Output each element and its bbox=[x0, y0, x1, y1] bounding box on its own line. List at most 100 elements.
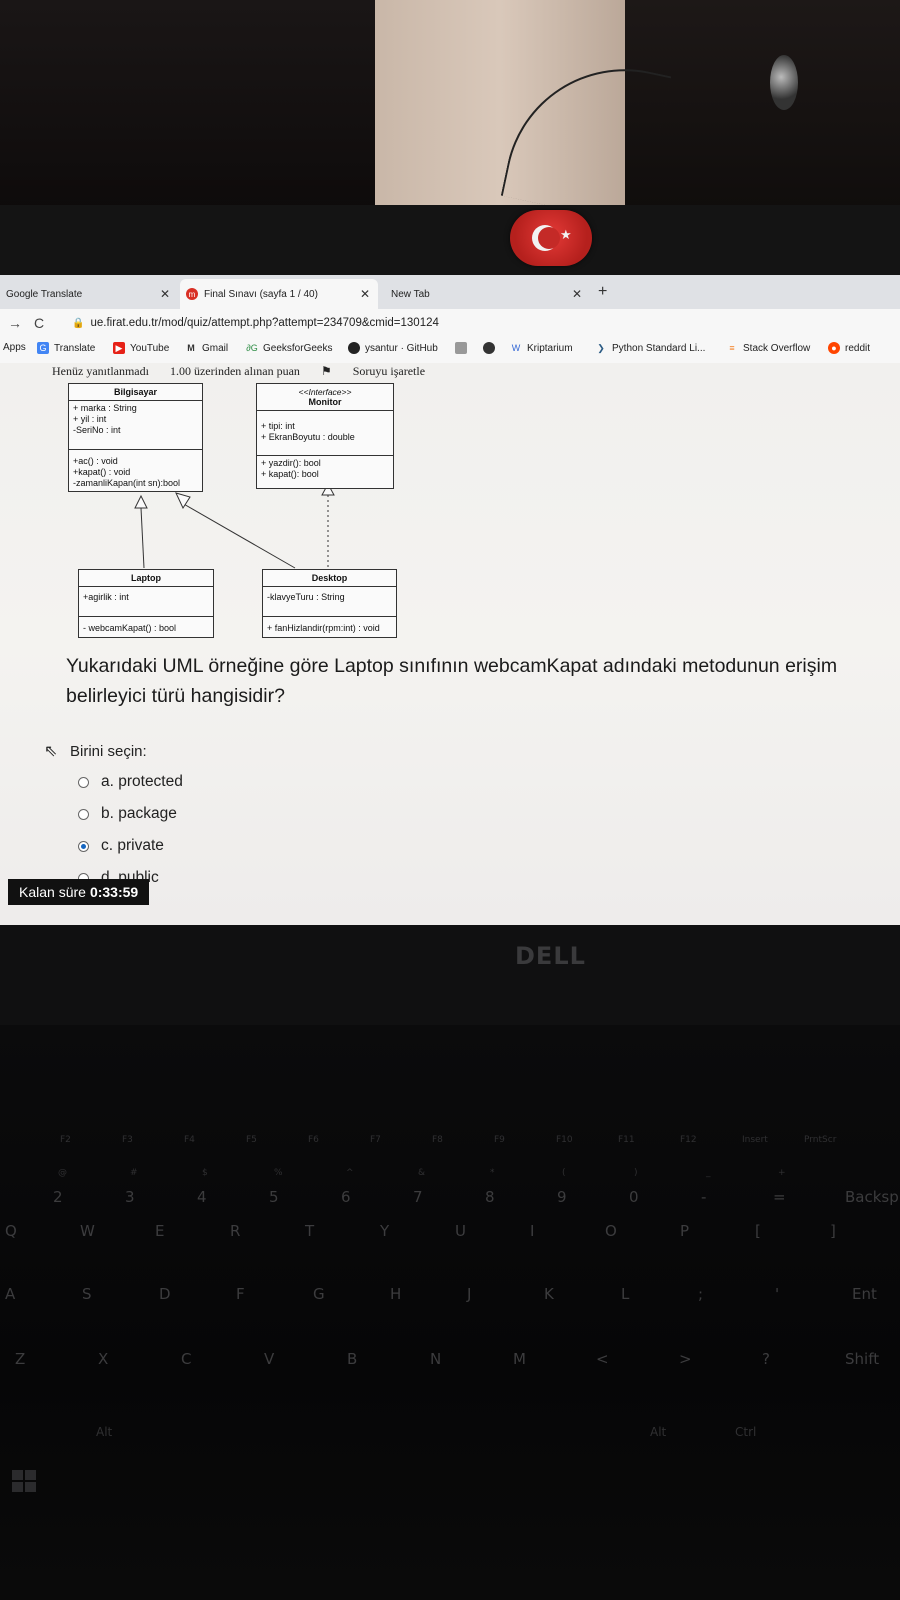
crescent-cut bbox=[538, 227, 560, 249]
attribute: -klavyeTuru : String bbox=[267, 592, 345, 602]
dark-wall-right bbox=[625, 0, 900, 210]
tab-google-translate[interactable]: Google Translate ✕ bbox=[0, 279, 178, 309]
bookmark-reddit[interactable]: ● reddit bbox=[828, 342, 870, 354]
letter-key: L bbox=[621, 1285, 630, 1303]
circle-icon bbox=[483, 342, 495, 354]
mouse-pointer-icon: ⇖ bbox=[44, 743, 58, 760]
star-icon: ★ bbox=[560, 227, 572, 242]
letter-key: O bbox=[605, 1222, 617, 1240]
fn-key: F9 bbox=[494, 1135, 505, 1145]
option-c[interactable]: c. private bbox=[78, 830, 183, 862]
uml-class-bilgisayar: Bilgisayar + marka : String + yil : int … bbox=[68, 383, 203, 492]
radio-button[interactable] bbox=[78, 776, 89, 788]
number-key: - bbox=[701, 1188, 707, 1206]
w-icon: W bbox=[511, 343, 521, 353]
uml-interface-monitor: <<Interface>> Monitor + tipi: int + Ekra… bbox=[256, 383, 394, 489]
reload-icon[interactable]: C bbox=[34, 315, 52, 331]
bookmark-python-docs[interactable]: ❯ Python Standard Li... bbox=[595, 342, 705, 354]
uml-class-desktop: Desktop -klavyeTuru : String + fanHizlan… bbox=[262, 569, 397, 638]
letter-key: W bbox=[80, 1222, 95, 1240]
letter-key: X bbox=[98, 1350, 109, 1368]
time-remaining-badge: Kalan süre 0:33:59 bbox=[8, 879, 150, 905]
quiz-page: Henüz yanıtlanmadı 1.00 üzerinden alınan… bbox=[0, 363, 900, 925]
flag-icon: ⚑ bbox=[320, 364, 335, 378]
forward-arrow-icon[interactable]: → bbox=[8, 315, 26, 331]
modifier-key: Ctrl bbox=[735, 1425, 757, 1439]
letter-key: [ bbox=[755, 1222, 761, 1240]
lock-icon[interactable]: 🔒 bbox=[72, 318, 84, 329]
bookmark-apps[interactable]: Apps bbox=[3, 342, 26, 353]
new-tab-button[interactable]: + bbox=[598, 283, 607, 301]
bookmarks-bar: Apps G Translate ▶ YouTube M Gmail ∂G Geeksf… bbox=[0, 337, 900, 364]
option-label[interactable]: c. private bbox=[101, 837, 164, 855]
close-icon[interactable]: ✕ bbox=[160, 287, 170, 301]
flag-question-link[interactable]: ⚑ Soruyu işaretle bbox=[321, 364, 443, 378]
radio-button-selected[interactable] bbox=[78, 840, 89, 852]
option-b[interactable]: b. package bbox=[78, 798, 183, 830]
laptop-screen: Google Translate ✕ m Final Sınavı (sayfa… bbox=[0, 275, 900, 925]
bookmark-github[interactable]: ysantur · GitHub bbox=[348, 342, 438, 354]
windows-key-icon bbox=[12, 1470, 36, 1492]
number-key: 7 bbox=[413, 1188, 423, 1206]
method: + fanHizlandir(rpm:int) : void bbox=[267, 623, 380, 633]
background-room bbox=[0, 0, 900, 210]
bookmark-geeksforgeeks[interactable]: ∂G GeeksforGeeks bbox=[246, 342, 332, 354]
method: + kapat(): bool bbox=[261, 469, 319, 479]
flag-label: Soruyu işaretle bbox=[352, 364, 426, 378]
bookmark-kriptarium[interactable]: W Kriptarium bbox=[510, 342, 573, 354]
keyboard bbox=[0, 1025, 900, 1600]
method: +ac() : void bbox=[73, 456, 118, 466]
letter-key: ; bbox=[698, 1285, 704, 1303]
bookmark-unnamed-1[interactable] bbox=[455, 342, 472, 354]
letter-key: < bbox=[596, 1350, 609, 1368]
tab-new-tab[interactable]: New Tab ✕ bbox=[385, 279, 590, 309]
letter-key: C bbox=[181, 1350, 192, 1368]
close-icon[interactable]: ✕ bbox=[572, 287, 582, 301]
bookmark-label: Translate bbox=[54, 342, 96, 354]
answer-status: Henüz yanıtlanmadı bbox=[52, 364, 149, 378]
bookmark-translate[interactable]: G Translate bbox=[37, 342, 95, 354]
bookmark-label: reddit bbox=[845, 342, 871, 354]
letter-key: U bbox=[455, 1222, 466, 1240]
dell-logo: DELL bbox=[515, 942, 586, 970]
letter-key: S bbox=[82, 1285, 92, 1303]
bookmark-unnamed-2[interactable] bbox=[483, 342, 500, 354]
option-label[interactable]: a. protected bbox=[101, 773, 183, 791]
letter-key: ] bbox=[830, 1222, 836, 1240]
letter-key: G bbox=[313, 1285, 325, 1303]
class-attributes: + tipi: int + EkranBoyutu : double bbox=[257, 411, 393, 456]
address-bar[interactable]: ue.firat.edu.tr/mod/quiz/attempt.php?att… bbox=[90, 317, 438, 329]
tab-final-sinavi[interactable]: m Final Sınavı (sayfa 1 / 40) ✕ bbox=[180, 279, 378, 309]
letter-key: Ent bbox=[852, 1285, 877, 1303]
number-key: 2 bbox=[53, 1188, 63, 1206]
bookmark-stack-overflow[interactable]: ≡ Stack Overflow bbox=[726, 342, 810, 354]
option-label[interactable]: b. package bbox=[101, 805, 177, 823]
fn-key: PrntScr bbox=[804, 1135, 837, 1145]
shift-symbol: # bbox=[130, 1168, 138, 1178]
choose-prompt: Birini seçin: bbox=[70, 743, 147, 760]
fn-key: F7 bbox=[370, 1135, 381, 1145]
points-label: 1.00 üzerinden alınan puan bbox=[169, 364, 300, 378]
attribute: + yil : int bbox=[73, 414, 107, 424]
github-icon bbox=[348, 342, 360, 354]
method: -zamanliKapan(int sn):bool bbox=[73, 478, 181, 488]
bookmark-gmail[interactable]: M Gmail bbox=[185, 342, 228, 354]
close-icon[interactable]: ✕ bbox=[360, 287, 370, 301]
radio-button[interactable] bbox=[78, 808, 89, 820]
shift-symbol: ) bbox=[634, 1168, 638, 1178]
class-attributes: +agirlik : int bbox=[79, 587, 213, 617]
letter-key: ? bbox=[762, 1350, 770, 1368]
tab-title: Final Sınavı (sayfa 1 / 40) bbox=[204, 288, 318, 300]
bookmark-label: Kriptarium bbox=[527, 342, 573, 354]
timer-label: Kalan süre bbox=[19, 884, 86, 900]
fn-key: F8 bbox=[432, 1135, 443, 1145]
option-a[interactable]: a. protected bbox=[78, 766, 183, 798]
bookmark-youtube[interactable]: ▶ YouTube bbox=[113, 342, 169, 354]
bookmark-label: Stack Overflow bbox=[743, 342, 811, 354]
attribute: + tipi: int bbox=[261, 421, 295, 431]
gmail-icon: M bbox=[187, 343, 195, 353]
number-key: 4 bbox=[197, 1188, 207, 1206]
browser-toolbar: → C 🔒 ue.firat.edu.tr/mod/quiz/attempt.p… bbox=[0, 309, 900, 337]
letter-key: P bbox=[680, 1222, 690, 1240]
question-text: Yukarıdaki UML örneğine göre Laptop sını… bbox=[66, 655, 838, 707]
